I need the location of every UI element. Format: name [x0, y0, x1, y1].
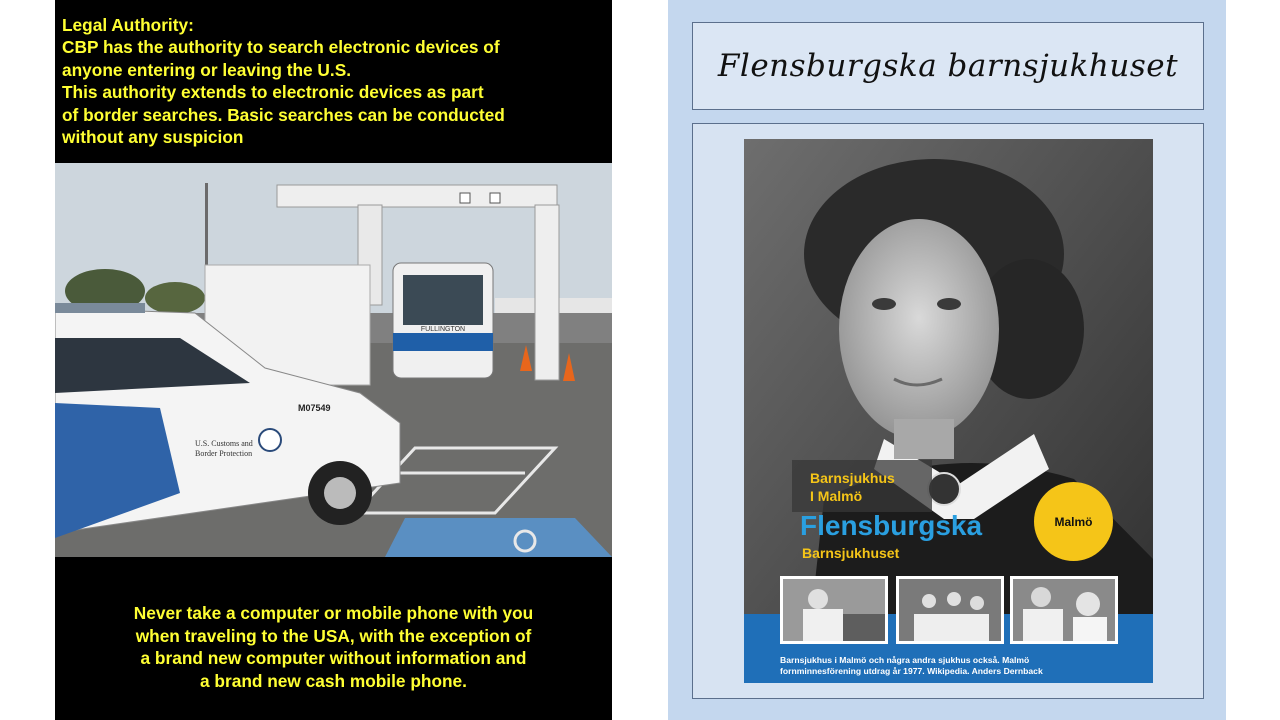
- thumbnail-photo: [896, 576, 1004, 644]
- bottom-text-line: a brand new cash mobile phone.: [200, 670, 467, 691]
- bottom-text-line: a brand new computer without information…: [140, 648, 527, 669]
- bus-name-text: FULLINGTON: [421, 326, 465, 333]
- poster-subtitle: Barnsjukhuset: [802, 545, 900, 561]
- slide-title: Flensburgska barnsjukhuset: [717, 48, 1179, 84]
- top-text-line: This authority extends to electronic dev…: [62, 82, 484, 103]
- right-slide: Flensburgska barnsjukhuset Barnsjukhus I…: [668, 0, 1226, 720]
- bottom-text-line: Never take a computer or mobile phone wi…: [133, 603, 534, 623]
- top-text-line: anyone entering or leaving the U.S.: [62, 59, 352, 80]
- poster-line1: Barnsjukhus: [810, 470, 895, 486]
- book-cover-poster: Barnsjukhus I Malmö Flensburgska Barnsju…: [744, 139, 1153, 683]
- legal-authority-text: Legal Authority: CBP has the authority t…: [62, 14, 608, 148]
- vehicle-id-text: M07549: [298, 403, 331, 413]
- top-text-line: Legal Authority:: [62, 15, 194, 35]
- malmo-badge: Malmö: [1034, 482, 1113, 561]
- thumbnail-photo: [780, 576, 888, 644]
- left-slide: Legal Authority: CBP has the authority t…: [55, 0, 612, 720]
- top-text-line: of border searches. Basic searches can b…: [62, 104, 505, 125]
- poster-caption: Barnsjukhus i Malmö och några andra sjuk…: [780, 655, 1140, 676]
- border-inspection-photo: FULLINGTON M07549 U.S. Customs and Borde…: [55, 163, 612, 557]
- bottom-text-line: when traveling to the USA, with the exce…: [135, 625, 532, 646]
- caption-line: fornminnesförening utdrag år 1977. Wikip…: [780, 665, 1043, 676]
- poster-line2: I Malmö: [810, 488, 863, 504]
- door-text-line2: Border Protection: [195, 449, 252, 458]
- door-text-line1: U.S. Customs and: [195, 439, 253, 448]
- poster-thumbnails: [780, 576, 1120, 646]
- top-text-line: CBP has the authority to search electron…: [62, 37, 500, 58]
- title-box: Flensburgska barnsjukhuset: [692, 22, 1204, 110]
- top-text-line: without any suspicion: [62, 127, 244, 148]
- thumbnail-photo: [1010, 576, 1118, 644]
- travel-advice-text: Never take a computer or mobile phone wi…: [55, 602, 612, 692]
- poster-main-title: Flensburgska: [800, 510, 983, 541]
- caption-line: Barnsjukhus i Malmö och några andra sjuk…: [780, 655, 1030, 665]
